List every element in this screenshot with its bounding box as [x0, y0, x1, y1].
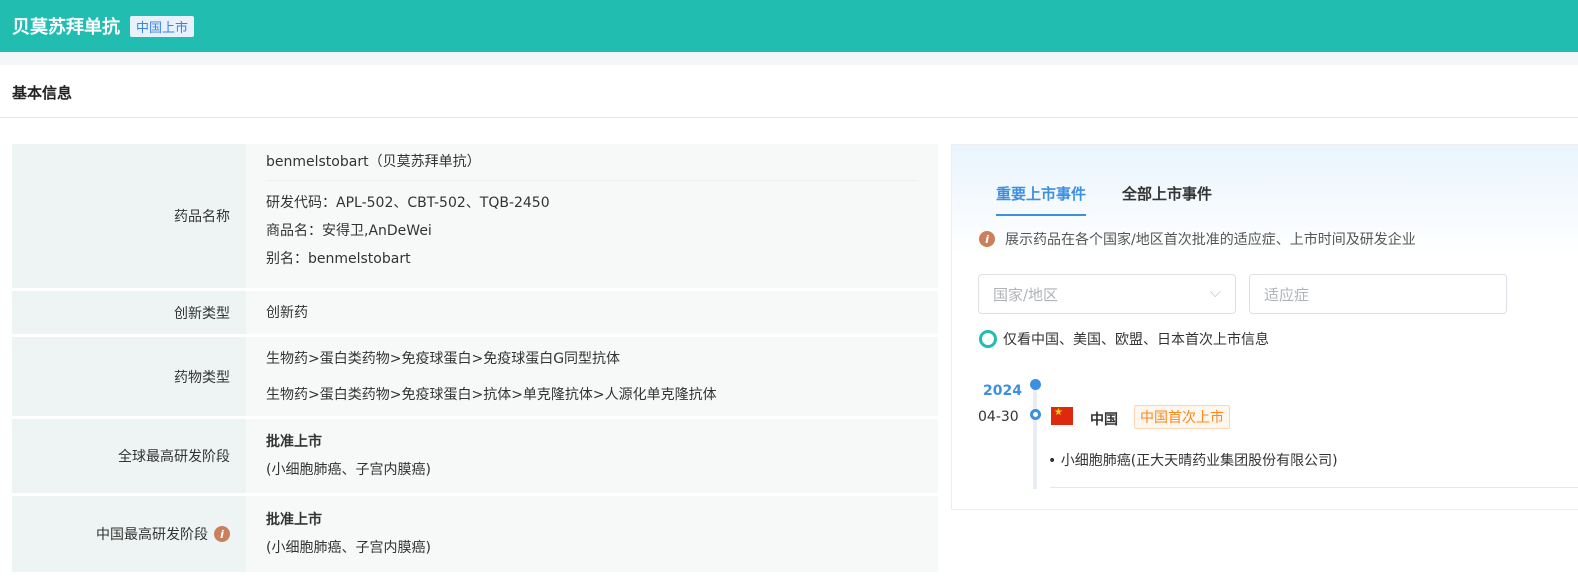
china-flag-icon: ★: [1051, 407, 1073, 425]
timeline-event-dot: [1030, 409, 1041, 420]
value-text: (小细胞肺癌、子宫内膜癌): [266, 540, 431, 556]
info-icon: i: [979, 231, 995, 247]
divider: [1050, 487, 1578, 488]
row-label: 药物类型: [12, 337, 246, 416]
timeline-line: [1033, 387, 1037, 489]
table-row: 药物类型 生物药>蛋白类药物>免疫球蛋白>免疫球蛋白G同型抗体生物药>蛋白类药物…: [12, 337, 938, 416]
row-label: 创新类型: [12, 291, 246, 334]
value-text: benmelstobart（贝莫苏拜单抗）: [266, 148, 918, 181]
table-row: 全球最高研发阶段 批准上市 (小细胞肺癌、子宫内膜癌): [12, 419, 938, 493]
drug-title: 贝莫苏拜单抗: [12, 17, 120, 38]
value-text: 商品名：安得卫,AnDeWei: [266, 223, 432, 239]
market-status-badge: 中国上市: [130, 15, 195, 37]
tab-important-events[interactable]: 重要上市事件: [996, 183, 1087, 216]
table-row: 中国最高研发阶段 i 批准上市 (小细胞肺癌、子宫内膜癌): [12, 496, 938, 572]
row-label: 中国最高研发阶段: [96, 527, 208, 543]
value-text: 生物药>蛋白类药物>免疫球蛋白>抗体>单克隆抗体>人源化单克隆抗体: [266, 386, 717, 403]
info-icon[interactable]: i: [214, 526, 230, 542]
toggle-label: 仅看中国、美国、欧盟、日本首次上市信息: [1003, 332, 1269, 348]
panel-description: 展示药品在各个国家/地区首次批准的适应症、上市时间及研发企业: [1005, 232, 1416, 248]
chevron-down-icon: ⌵: [1209, 283, 1221, 301]
value-text: 研发代码：APL-502、CBT-502、TQB-2450: [266, 195, 550, 211]
country-placeholder: 国家/地区: [993, 286, 1059, 304]
tab-all-events[interactable]: 全部上市事件: [1122, 183, 1212, 216]
value-text: 生物药>蛋白类药物>免疫球蛋白>免疫球蛋白G同型抗体: [266, 350, 621, 367]
value-text: 别名：benmelstobart: [266, 251, 411, 267]
event-country: 中国: [1090, 412, 1118, 428]
indication-text: 小细胞肺癌(正大天晴药业集团股份有限公司): [1060, 453, 1338, 469]
value-text: 创新药: [266, 304, 308, 321]
event-tag: 中国首次上市: [1134, 405, 1230, 429]
value-text: (小细胞肺癌、子宫内膜癌): [266, 462, 431, 478]
section-title: 基本信息: [0, 65, 1578, 118]
timeline-year-dot: [1030, 379, 1041, 390]
value-text: 批准上市: [266, 434, 322, 450]
event-date: 04-30: [978, 409, 1019, 425]
event-year: 2024: [983, 383, 1022, 399]
page-header: 贝莫苏拜单抗 中国上市: [0, 0, 1578, 52]
indication-input[interactable]: 适应症: [1249, 274, 1507, 314]
table-row: 创新类型 创新药: [12, 291, 938, 334]
basic-info-table: 药品名称 benmelstobart（贝莫苏拜单抗） 研发代码：APL-502、…: [12, 144, 938, 575]
event-indication: • 小细胞肺癌(正大天晴药业集团股份有限公司): [1048, 453, 1338, 469]
table-row: 药品名称 benmelstobart（贝莫苏拜单抗） 研发代码：APL-502、…: [12, 144, 938, 288]
country-select[interactable]: 国家/地区 ⌵: [978, 274, 1236, 314]
row-label: 药品名称: [12, 144, 246, 288]
toggle-ring-icon: [979, 330, 997, 348]
market-events-panel: 重要上市事件 全部上市事件 i 展示药品在各个国家/地区首次批准的适应症、上市时间…: [951, 144, 1578, 510]
major-markets-toggle[interactable]: 仅看中国、美国、欧盟、日本首次上市信息: [979, 329, 1269, 349]
row-label: 全球最高研发阶段: [12, 419, 246, 493]
divider-strip: [0, 52, 1578, 65]
indication-placeholder: 适应症: [1264, 286, 1310, 304]
value-text: 批准上市: [266, 512, 322, 528]
